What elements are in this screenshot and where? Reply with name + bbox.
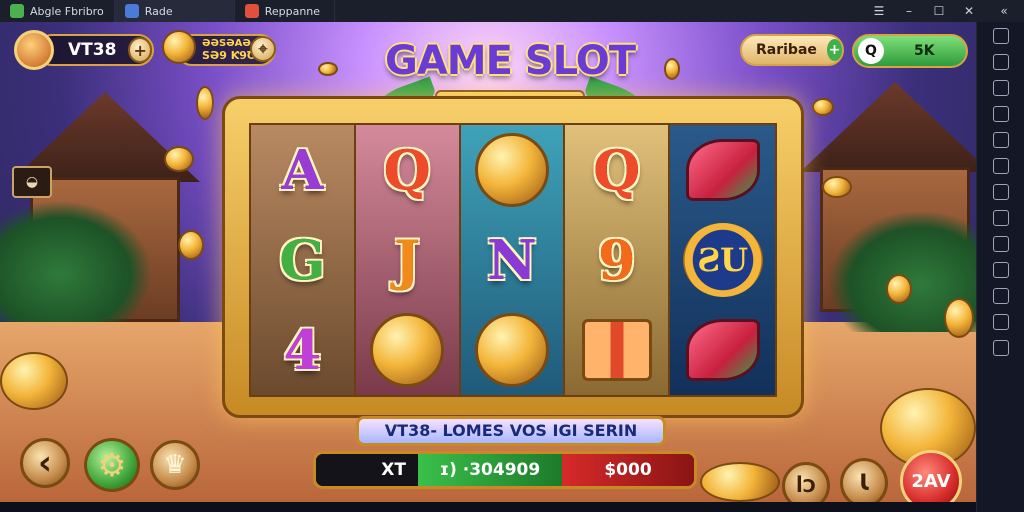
emulator-window: Abgle Fbribro Rade Reppanne ☰ – ☐ ✕ « VT…: [0, 0, 1024, 512]
tab-home[interactable]: Rade: [114, 0, 235, 22]
decor-coin: [812, 98, 834, 116]
tab-game[interactable]: Reppanne: [235, 0, 335, 22]
coin-icon: [370, 313, 445, 387]
menu-icon[interactable]: ☰: [864, 0, 894, 22]
settings-button[interactable]: ⚙: [84, 438, 140, 492]
location-icon[interactable]: [992, 210, 1009, 226]
symbol-letter: J: [394, 228, 420, 292]
autoplay-button[interactable]: ꟾƆ: [782, 462, 830, 502]
player-avatar[interactable]: [14, 30, 54, 70]
home-icon: [124, 4, 139, 18]
close-icon[interactable]: ✕: [954, 0, 984, 22]
maximize-icon[interactable]: ☐: [924, 0, 954, 22]
symbol-leaf: [681, 311, 765, 389]
rotate-icon[interactable]: [992, 262, 1009, 278]
rebate-pill: Raribae +: [740, 34, 844, 66]
decor-coin: [178, 230, 204, 260]
rebate-label: Raribae: [756, 42, 817, 58]
coin-icon: [474, 133, 549, 207]
symbol-coin: [365, 311, 449, 389]
decor-coin: [944, 298, 974, 338]
decor-coin: [664, 58, 680, 80]
symbol-letter: G: [279, 228, 326, 292]
symbol-letter: A: [281, 138, 324, 202]
reel-grid: A G 4 Q J N Q 9 ƧU: [249, 123, 777, 397]
bet-middle-value: ɪ) ·304909: [418, 454, 562, 486]
symbol-badge: ƧU: [681, 221, 765, 299]
macro-icon[interactable]: [992, 288, 1009, 304]
window-controls: ☰ – ☐ ✕ «: [864, 0, 1024, 22]
left-palm: [0, 202, 150, 322]
info-banner: VT38- LOMES VOS IGI SERIN: [356, 416, 666, 446]
decor-coin: [822, 176, 852, 198]
badge-icon: ƧU: [682, 223, 763, 297]
balance-coin-icon: [162, 30, 196, 64]
bet-label: XT: [316, 454, 418, 486]
back-button[interactable]: ‹: [20, 438, 70, 488]
balance-value: SƏ9 Ƙ9Ʊ: [202, 49, 257, 62]
volume-icon[interactable]: [992, 54, 1009, 70]
collapse-sidebar-icon[interactable]: «: [984, 0, 1024, 22]
reel-5: ƧU: [670, 125, 775, 395]
fullscreen-icon[interactable]: [992, 28, 1009, 44]
add-coins-button[interactable]: ⌖: [250, 36, 276, 62]
multi-instance-icon[interactable]: [992, 314, 1009, 330]
crown-button[interactable]: ♛: [150, 440, 200, 490]
decor-coin: [700, 462, 780, 502]
game-viewport[interactable]: VT38 + ƏƏSƏAƏ SƏ9 Ƙ9Ʊ ⌖ Raribae + Q 5K G…: [0, 22, 976, 502]
apk-install-icon[interactable]: [992, 158, 1009, 174]
symbol-leaf: [681, 131, 765, 209]
title-bar: Abgle Fbribro Rade Reppanne ☰ – ☐ ✕ «: [0, 0, 1024, 22]
symbol-letter: N: [487, 228, 537, 292]
gear-icon: ⚙: [97, 446, 127, 484]
player-name: VT38: [68, 40, 117, 60]
shake-icon[interactable]: [992, 236, 1009, 252]
gift-icon: [581, 319, 652, 381]
title-main: GAME SLOT: [384, 38, 636, 84]
tab-app-store[interactable]: Abgle Fbribro: [0, 0, 115, 22]
leaf-icon: [685, 319, 760, 381]
photo-icon[interactable]: ◒: [12, 166, 52, 198]
bet-bar: XT ɪ) ·304909 $000: [313, 451, 697, 489]
add-player-button[interactable]: +: [128, 37, 152, 63]
reel-1: AG 4: [251, 125, 356, 395]
gems-prefix: Q: [858, 38, 884, 64]
reel-frame: A G 4 Q J N Q 9 ƧU: [222, 96, 804, 418]
keyboard-icon[interactable]: [992, 80, 1009, 96]
settings-icon[interactable]: [992, 340, 1009, 356]
app-store-icon: [10, 4, 24, 18]
reel-3: N: [460, 125, 566, 395]
gems-value: 5K: [914, 43, 935, 59]
decor-coin: [164, 146, 194, 172]
gems-pill: Q 5K: [852, 34, 968, 68]
emulator-sidebar: [976, 22, 1024, 512]
crown-icon: ♛: [163, 450, 187, 480]
minimize-icon[interactable]: –: [894, 0, 924, 22]
decor-coin: [886, 274, 912, 304]
tab-label: Rade: [144, 4, 173, 18]
symbol-letter: Q: [383, 138, 431, 202]
reel-4: Q9: [565, 125, 671, 395]
record-icon[interactable]: [992, 132, 1009, 148]
reel-2: QJ: [355, 125, 461, 395]
decor-coin: [196, 86, 214, 120]
folder-icon[interactable]: [992, 184, 1009, 200]
rebate-add-button[interactable]: +: [826, 39, 842, 61]
symbol-letter: 9: [597, 228, 636, 292]
symbol-letter: 4: [283, 318, 322, 382]
symbol-coin: [470, 131, 554, 209]
symbol-letter: Q: [593, 138, 641, 202]
symbol-gift: [575, 311, 659, 389]
tab-label: Abgle Fbribro: [30, 4, 104, 18]
maxbet-button[interactable]: Ɩ: [840, 458, 888, 502]
tab-label: Reppanne: [264, 4, 321, 18]
screenshot-icon[interactable]: [992, 106, 1009, 122]
decor-coin: [318, 62, 338, 76]
leaf-icon: [685, 139, 760, 201]
decor-coin: [0, 352, 68, 410]
symbol-coin: [470, 311, 554, 389]
coin-icon: [474, 313, 549, 387]
game-tab-icon: [244, 4, 259, 18]
bet-amount[interactable]: $000: [562, 454, 694, 486]
